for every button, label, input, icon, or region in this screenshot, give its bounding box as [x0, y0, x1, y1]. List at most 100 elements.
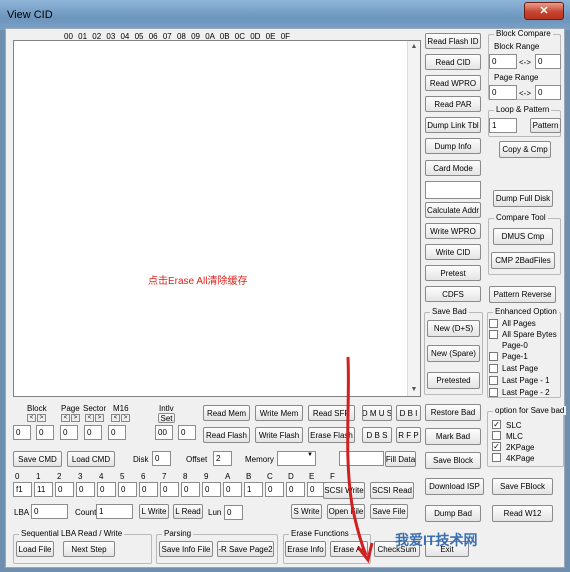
reg-field-1[interactable]: 11	[34, 482, 53, 497]
save-info-file-button[interactable]: Save Info File	[159, 541, 213, 557]
reg-field-d[interactable]: 0	[286, 482, 305, 497]
reg-field-9[interactable]: 0	[202, 482, 221, 497]
reg-field-2[interactable]: 0	[55, 482, 74, 497]
save-fblock-button[interactable]: Save FBlock	[492, 478, 553, 495]
copy-cmp-button[interactable]: Copy & Cmp	[499, 141, 551, 158]
page-range-to[interactable]: 0	[535, 85, 561, 100]
scroll-down-icon[interactable]: ▼	[408, 384, 420, 396]
reg-field-3[interactable]: 0	[76, 482, 95, 497]
next-step-button[interactable]: Next Step	[63, 541, 115, 557]
read-flash-button[interactable]: Read Flash	[203, 427, 250, 443]
sector-field[interactable]: 0	[84, 425, 102, 440]
intlv-field[interactable]: 00	[155, 425, 173, 440]
read-wpro-button[interactable]: Read WPRO	[425, 75, 481, 91]
save-block-button[interactable]: Save Block	[425, 452, 481, 469]
disk-field[interactable]: 0	[152, 451, 171, 466]
reg-field-a[interactable]: 0	[223, 482, 242, 497]
dump-info-button[interactable]: Dump Info	[425, 138, 481, 154]
lba-field[interactable]: 0	[31, 504, 68, 519]
dump-full-disk-button[interactable]: Dump Full Disk	[493, 190, 553, 207]
reg-field-8[interactable]: 0	[181, 482, 200, 497]
dmus-cmp-button[interactable]: DMUS Cmp	[493, 228, 553, 245]
reg-field-b[interactable]: 1	[244, 482, 263, 497]
l-read-button[interactable]: L Read	[173, 504, 203, 519]
offset-field[interactable]: 2	[213, 451, 232, 466]
m16-left-arrow[interactable]: <	[111, 414, 120, 422]
new-ds-button[interactable]: New (D+S)	[427, 320, 480, 337]
all-spare-checkbox[interactable]	[489, 330, 498, 339]
page-left-arrow[interactable]: <	[61, 414, 70, 422]
restore-bad-button[interactable]: Restore Bad	[425, 404, 481, 421]
scroll-up-icon[interactable]: ▲	[408, 41, 420, 53]
write-wpro-button[interactable]: Write WPRO	[425, 223, 481, 239]
r-save-page2-button[interactable]: -R Save Page2	[217, 541, 274, 557]
pretest-button[interactable]: Pretest	[425, 265, 481, 281]
sector-left-arrow[interactable]: <	[85, 414, 94, 422]
page-range-from[interactable]: 0	[489, 85, 517, 100]
download-isp-button[interactable]: Download ISP	[425, 478, 484, 495]
block-range-from[interactable]: 0	[489, 54, 517, 69]
slc-checkbox[interactable]: ✓	[492, 420, 501, 429]
write-flash-button[interactable]: Write Flash	[255, 427, 303, 443]
2kpage-checkbox[interactable]: ✓	[492, 442, 501, 451]
reg-field-5[interactable]: 0	[118, 482, 137, 497]
load-file-button[interactable]: Load File	[16, 541, 54, 557]
s-write-button[interactable]: S Write	[291, 504, 322, 519]
dbi-button[interactable]: D B I	[396, 405, 421, 421]
reg-field-0[interactable]: f1	[13, 482, 32, 497]
last-page-checkbox[interactable]	[489, 364, 498, 373]
m16-right-arrow[interactable]: >	[121, 414, 130, 422]
write-cid-button[interactable]: Write CID	[425, 244, 481, 260]
write-mem-button[interactable]: Write Mem	[255, 405, 303, 421]
all-pages-checkbox[interactable]	[489, 319, 498, 328]
dump-link-tbl-button[interactable]: Dump Link Tbl	[425, 117, 481, 133]
block-left-arrow[interactable]: <	[27, 414, 36, 422]
rfp-button[interactable]: R F P	[396, 427, 421, 443]
read-w12-button[interactable]: Read W12	[492, 505, 553, 522]
loop-count-field[interactable]: 1	[489, 118, 517, 133]
intlv-set-button[interactable]: Set	[158, 413, 175, 423]
read-par-button[interactable]: Read PAR	[425, 96, 481, 112]
mark-bad-button[interactable]: Mark Bad	[425, 428, 481, 445]
last-page-1-checkbox[interactable]	[489, 376, 498, 385]
fill-data-button[interactable]: Fill Data	[385, 451, 416, 467]
pattern-button[interactable]: Pattern	[530, 118, 561, 133]
close-button[interactable]: ✕	[524, 2, 564, 20]
4kpage-checkbox[interactable]	[492, 453, 501, 462]
block-range-to[interactable]: 0	[535, 54, 561, 69]
read-mem-button[interactable]: Read Mem	[203, 405, 250, 421]
erase-info-button[interactable]: Erase Info	[285, 541, 326, 557]
block-field-2[interactable]: 0	[36, 425, 54, 440]
block-right-arrow[interactable]: >	[37, 414, 46, 422]
save-cmd-button[interactable]: Save CMD	[13, 451, 62, 467]
last-page-2-checkbox[interactable]	[489, 388, 498, 397]
reg-field-c[interactable]: 0	[265, 482, 284, 497]
l-write-button[interactable]: L Write	[139, 504, 169, 519]
reg-field-7[interactable]: 0	[160, 482, 179, 497]
pretested-button[interactable]: Pretested	[427, 372, 480, 389]
memory-chevron-down-icon[interactable]: ▼	[307, 452, 313, 458]
cmp-2badfiles-button[interactable]: CMP 2BadFiles	[491, 252, 555, 269]
intlv-field-2[interactable]: 0	[178, 425, 196, 440]
lun-field[interactable]: 0	[224, 505, 243, 520]
sector-right-arrow[interactable]: >	[95, 414, 104, 422]
scrollbar[interactable]: ▲ ▼	[407, 41, 420, 396]
block-field-1[interactable]: 0	[13, 425, 31, 440]
load-cmd-button[interactable]: Load CMD	[67, 451, 115, 467]
page-right-arrow[interactable]: >	[71, 414, 80, 422]
pattern-reverse-button[interactable]: Pattern Reverse	[489, 286, 556, 303]
reg-field-4[interactable]: 0	[97, 482, 116, 497]
read-cid-button[interactable]: Read CID	[425, 54, 481, 70]
reg-field-6[interactable]: 0	[139, 482, 158, 497]
m16-field[interactable]: 0	[108, 425, 126, 440]
calculate-addr-button[interactable]: Calculate Addr	[425, 202, 481, 218]
new-spare-button[interactable]: New (Spare)	[427, 345, 480, 362]
calc-addr-field[interactable]	[425, 181, 481, 199]
page1-checkbox[interactable]	[489, 352, 498, 361]
mlc-checkbox[interactable]	[492, 431, 501, 440]
dump-bad-button[interactable]: Dump Bad	[425, 505, 481, 522]
page-field[interactable]: 0	[60, 425, 78, 440]
read-flash-id-button[interactable]: Read Flash ID	[425, 33, 481, 49]
cdfs-button[interactable]: CDFS	[425, 286, 481, 302]
card-mode-button[interactable]: Card Mode	[425, 160, 481, 176]
